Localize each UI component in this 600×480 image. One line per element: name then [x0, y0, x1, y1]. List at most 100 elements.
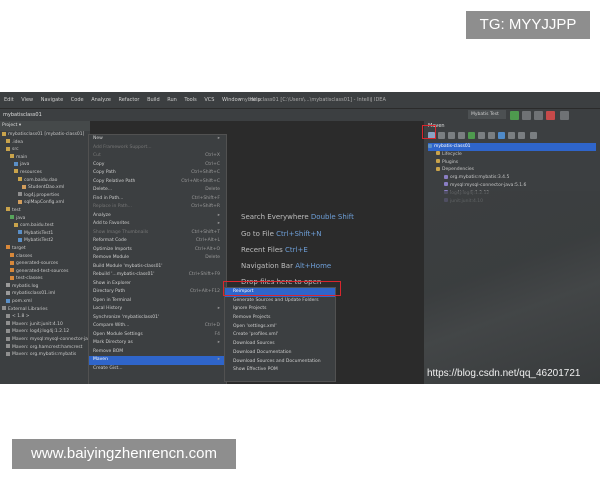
context-menu-item[interactable]: Maven ▸ [89, 356, 226, 365]
project-tree-item[interactable]: External Libraries [0, 306, 90, 314]
context-menu-item[interactable]: Find in Path... Ctrl+Shift+F [89, 195, 226, 204]
context-menu-item[interactable]: Copy Relative Path Ctrl+Alt+Shift+C [89, 178, 226, 187]
maven-submenu-item[interactable]: Open 'settings.xml' [225, 323, 335, 332]
context-menu-item[interactable]: Open in Terminal [89, 297, 226, 306]
project-tree-item[interactable]: com.baidu.test [0, 222, 90, 230]
search-icon[interactable] [560, 111, 569, 120]
project-tree-item[interactable]: generated-test-sources [0, 268, 90, 276]
project-tree-item[interactable]: mybatis.log [0, 283, 90, 291]
context-menu-item[interactable]: Replace in Path... Ctrl+Shift+R [89, 203, 226, 212]
project-tree-item[interactable]: com.baidu.dao [0, 177, 90, 185]
context-menu-item[interactable]: Add Framework Support... [89, 144, 226, 153]
menu-view[interactable]: View [21, 97, 33, 103]
context-menu-item[interactable]: Copy Path Ctrl+Shift+C [89, 169, 226, 178]
context-menu-item[interactable]: Directory Path Ctrl+Alt+F12 [89, 288, 226, 297]
context-menu-item[interactable]: Local History ▸ [89, 305, 226, 314]
maven-submenu-item[interactable]: Download Documentation [225, 349, 335, 358]
project-tree-item[interactable]: resources [0, 169, 90, 177]
menu-build[interactable]: Build [147, 97, 160, 103]
maven-submenu-item[interactable]: Generate Sources and Update Folders [225, 297, 335, 306]
context-menu-item[interactable]: Optimize Imports Ctrl+Alt+O [89, 246, 226, 255]
project-tree-item[interactable]: classes [0, 253, 90, 261]
context-menu-item[interactable]: Cut Ctrl+X [89, 152, 226, 161]
project-tree-item[interactable]: log4j.properties [0, 192, 90, 200]
maven-tree-item[interactable]: mysql:mysql-connector-java:5.1.6 [428, 182, 600, 190]
download-icon[interactable] [448, 132, 455, 139]
run-config-select[interactable]: Mybatis Test [468, 110, 506, 119]
menu-tools[interactable]: Tools [184, 97, 196, 103]
run-icon[interactable] [510, 111, 519, 120]
project-tree-item[interactable]: Maven: junit:junit:4.10 [0, 321, 90, 329]
context-menu-item[interactable]: Delete... Delete [89, 186, 226, 195]
generate-sources-icon[interactable] [438, 132, 445, 139]
project-tree-item[interactable]: pom.xml [0, 298, 90, 306]
context-menu-item[interactable]: Copy Ctrl+C [89, 161, 226, 170]
maven-tree-item[interactable]: Dependencies [428, 166, 600, 174]
project-tree-item[interactable]: mybatisclass01.iml [0, 290, 90, 298]
menu-edit[interactable]: Edit [4, 97, 14, 103]
project-tree-item[interactable]: java [0, 215, 90, 223]
maven-tree-item[interactable]: mybatis-class01 [428, 143, 596, 151]
maven-submenu-item[interactable]: Remove Projects [225, 314, 335, 323]
maven-submenu-item[interactable]: Ignore Projects [225, 305, 335, 314]
context-menu-item[interactable]: Rebuild '...mybatis-class01' Ctrl+Shift+F… [89, 271, 226, 280]
debug-icon[interactable] [522, 111, 531, 120]
collapse-all-icon[interactable] [518, 132, 525, 139]
maven-submenu-item[interactable]: Download Sources [225, 340, 335, 349]
project-tree-item[interactable]: test-classes [0, 275, 90, 283]
project-tree-item[interactable]: Maven: org.hamcrest:hamcrest [0, 344, 90, 352]
context-menu-item[interactable]: Analyze ▸ [89, 212, 226, 221]
project-tree-item[interactable]: mybatisclass01 [mybatis-class01] [0, 131, 90, 139]
project-tree-item[interactable]: MybatisTest2 [0, 237, 90, 245]
project-tree-item[interactable]: MybatisTest1 [0, 230, 90, 238]
execute-goal-icon[interactable] [478, 132, 485, 139]
maven-settings-icon[interactable] [530, 132, 537, 139]
maven-submenu-item[interactable]: Download Sources and Documentation [225, 358, 335, 367]
skip-tests-icon[interactable] [498, 132, 505, 139]
context-menu-item[interactable]: Remove Module Delete [89, 254, 226, 263]
project-tree-item[interactable]: .idea [0, 139, 90, 147]
project-panel-header[interactable]: Project ▾ [0, 121, 90, 131]
menu-code[interactable]: Code [71, 97, 84, 103]
context-menu-item[interactable]: Synchronize 'mybatisclass01' [89, 314, 226, 323]
context-menu-item[interactable]: Mark Directory as ▸ [89, 339, 226, 348]
maven-tree-item[interactable]: Lifecycle [428, 151, 600, 159]
stop-icon[interactable] [546, 111, 555, 120]
context-menu-item[interactable]: New ▸ [89, 135, 226, 144]
run-maven-icon[interactable] [468, 132, 475, 139]
maven-tree-item[interactable]: Plugins [428, 159, 600, 167]
menu-refactor[interactable]: Refactor [118, 97, 139, 103]
context-menu-item[interactable]: Build Module 'mybatis-class01' [89, 263, 226, 272]
nav-path-label[interactable]: mybatisclass01 [0, 112, 42, 118]
menu-vcs[interactable]: VCS [204, 97, 214, 103]
project-tree-item[interactable]: java [0, 161, 90, 169]
context-menu-item[interactable]: Show Image Thumbnails Ctrl+Shift+T [89, 229, 226, 238]
project-tree-item[interactable]: Maven: log4j:log4j:1.2.12 [0, 328, 90, 336]
project-tree-item[interactable]: Maven: mysql:mysql-connector-java [0, 336, 90, 344]
context-menu-item[interactable]: Compare With... Ctrl+D [89, 322, 226, 331]
context-menu-item[interactable]: Create Gist... [89, 365, 226, 374]
menu-run[interactable]: Run [167, 97, 177, 103]
coverage-icon[interactable] [534, 111, 543, 120]
project-tree-item[interactable]: sqlMapConfig.xml [0, 199, 90, 207]
project-tree-item[interactable]: target [0, 245, 90, 253]
maven-submenu-item[interactable]: Create 'profiles.xml' [225, 331, 335, 340]
maven-tree-item[interactable]: org.mybatis:mybatis:3.4.5 [428, 174, 600, 182]
project-tree-item[interactable]: main [0, 154, 90, 162]
context-menu-item[interactable]: Remove BOM [89, 348, 226, 357]
show-dependencies-icon[interactable] [508, 132, 515, 139]
project-tree-item[interactable]: StudentDao.xml [0, 184, 90, 192]
maven-submenu-item[interactable]: Show Effective POM [225, 366, 335, 375]
context-menu-item[interactable]: Reformat Code Ctrl+Alt+L [89, 237, 226, 246]
menu-navigate[interactable]: Navigate [41, 97, 63, 103]
project-tree-item[interactable]: < 1.8 > [0, 313, 90, 321]
toggle-offline-icon[interactable] [488, 132, 495, 139]
menu-analyze[interactable]: Analyze [91, 97, 111, 103]
menu-window[interactable]: Window [222, 97, 242, 103]
project-tree-item[interactable]: src [0, 146, 90, 154]
project-tree-item[interactable]: test [0, 207, 90, 215]
context-menu-item[interactable]: Show in Explorer [89, 280, 226, 289]
context-menu-item[interactable]: Open Module Settings F4 [89, 331, 226, 340]
add-icon[interactable] [458, 132, 465, 139]
context-menu-item[interactable]: Add to Favorites ▸ [89, 220, 226, 229]
